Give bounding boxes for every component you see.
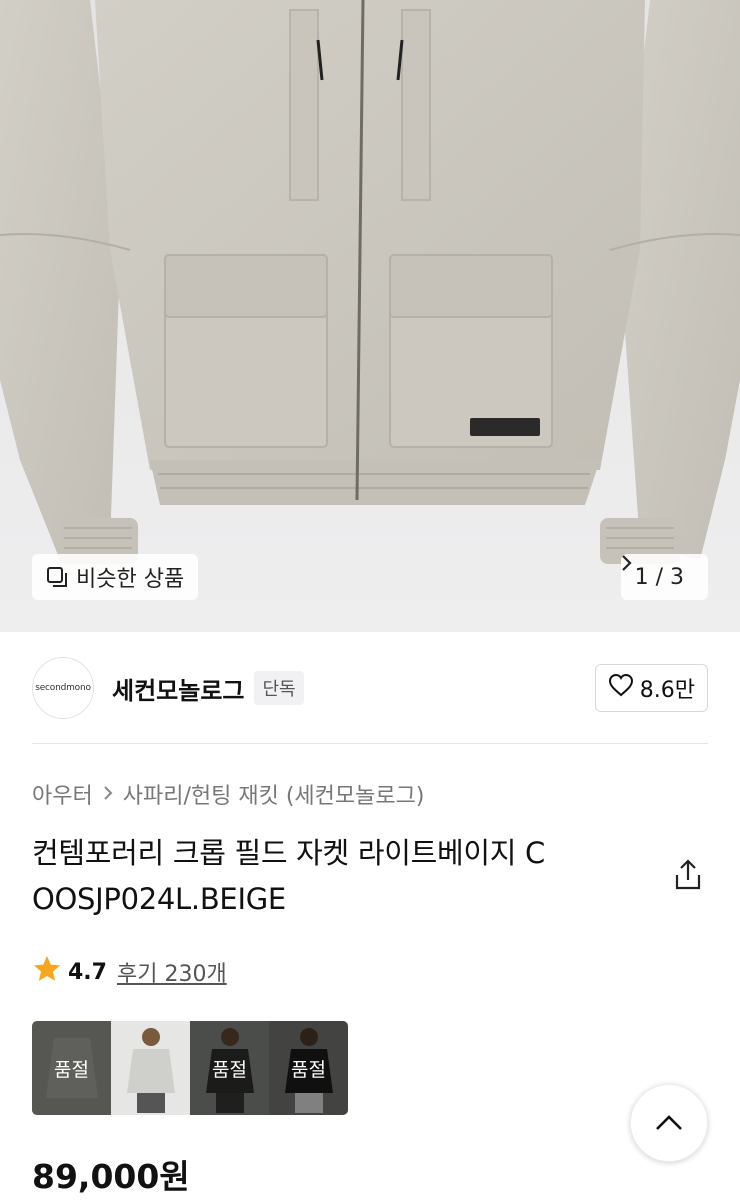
jacket-photo [0, 0, 740, 632]
exclusive-badge: 단독 [254, 671, 304, 705]
chevron-right-icon [103, 782, 113, 807]
product-title-line2: OOSJP024L.BEIGE [32, 882, 286, 916]
similar-products-label: 비슷한 상품 [76, 567, 185, 592]
share-icon [675, 859, 701, 890]
product-title-line1: 컨템포러리 크롭 필드 자켓 라이트베이지 C [32, 836, 546, 870]
share-button[interactable] [672, 858, 704, 892]
sold-out-label: 품절 [32, 1021, 111, 1115]
similar-items-icon [46, 566, 68, 588]
star-icon [32, 954, 62, 990]
product-image-gallery[interactable]: 비슷한 상품 1 / 3 [0, 0, 740, 632]
model-thumbnail [126, 1028, 175, 1113]
divider [32, 743, 708, 744]
brand-row: secondmono 세컨모놀로그 단독 8.6만 [32, 656, 708, 720]
rating-score: 4.7 [68, 959, 107, 985]
color-option[interactable]: 품절 [190, 1021, 269, 1115]
brand-logo-text: secondmono [35, 683, 91, 693]
like-button[interactable]: 8.6만 [594, 664, 708, 712]
similar-products-button[interactable]: 비슷한 상품 [32, 554, 199, 600]
heart-icon [608, 673, 634, 703]
like-count: 8.6만 [639, 678, 695, 703]
sold-out-label: 품절 [190, 1021, 269, 1115]
breadcrumb-category[interactable]: 아우터 [32, 778, 93, 810]
brand-name[interactable]: 세컨모놀로그 [112, 671, 244, 706]
reviews-link[interactable]: 후기 230개 [117, 956, 227, 988]
chevron-up-icon [656, 1115, 682, 1130]
breadcrumb: 아우터 사파리/헌팅 재킷 (세컨모놀로그) [32, 778, 424, 810]
breadcrumb-subcategory[interactable]: 사파리/헌팅 재킷 (세컨모놀로그) [123, 778, 425, 810]
color-options: 품절 품절 품절 [32, 1021, 348, 1115]
color-option[interactable]: 품절 [32, 1021, 111, 1115]
product-title: 컨템포러리 크롭 필드 자켓 라이트베이지 C OOSJP024L.BEIGE [32, 830, 632, 922]
color-option[interactable]: 품절 [269, 1021, 348, 1115]
rating-row: 4.7 후기 230개 [32, 954, 227, 990]
gallery-counter-button[interactable]: 1 / 3 [620, 554, 708, 600]
sold-out-label: 품절 [269, 1021, 348, 1115]
gallery-counter: 1 / 3 [634, 564, 684, 590]
product-price: 89,000원 [32, 1157, 190, 1196]
scroll-to-top-button[interactable] [630, 1084, 708, 1162]
brand-logo[interactable]: secondmono [32, 657, 94, 719]
color-option[interactable] [111, 1021, 190, 1115]
